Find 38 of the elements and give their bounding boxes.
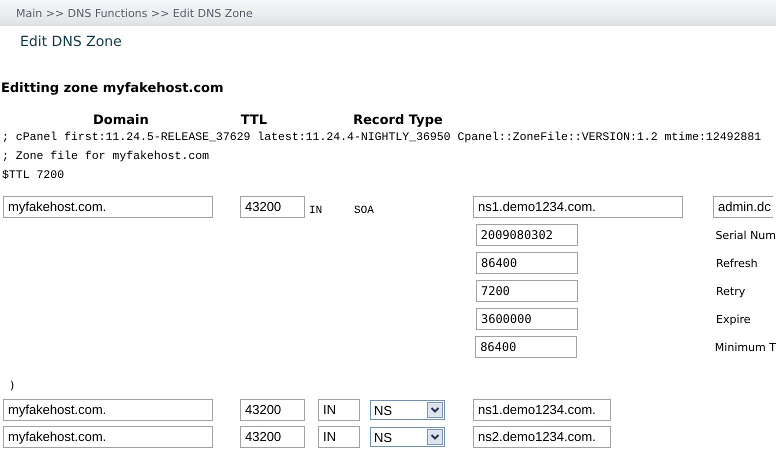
record-type: SOA <box>354 204 374 216</box>
caret-icon <box>427 402 443 418</box>
soa-value-field[interactable]: 2009080302 <box>476 224 578 246</box>
record-type-select[interactable]: NS <box>370 427 445 447</box>
class-field[interactable]: IN <box>318 426 360 448</box>
zone-heading: Editting zone myfakehost.com <box>0 80 224 98</box>
class-field[interactable]: IN <box>318 399 360 421</box>
record-value-field[interactable]: ns1.demo1234.com. <box>473 399 611 421</box>
soa-field-label: Minimum T <box>714 340 776 354</box>
ttl-field[interactable]: 43200 <box>240 399 305 421</box>
domain-field[interactable]: myfakehost.com. <box>3 426 213 448</box>
domain-field[interactable]: myfakehost.com. <box>3 196 213 218</box>
column-header: Record Type <box>353 112 443 128</box>
ttl-field[interactable]: 43200 <box>240 196 305 218</box>
soa-value-field[interactable]: 7200 <box>476 280 578 302</box>
caret-icon <box>427 429 443 445</box>
zone-file-line: ; Zone file for myfakehost.com <box>1 149 210 165</box>
domain-field[interactable]: myfakehost.com. <box>3 399 213 421</box>
closing-paren: ) <box>9 378 14 394</box>
record-type-select[interactable]: NS <box>370 400 445 420</box>
soa-field-label: Expire <box>716 312 751 326</box>
column-header: TTL <box>240 112 268 128</box>
admin-email-field[interactable]: admin.dc <box>713 196 773 218</box>
soa-field-label: Retry <box>716 284 746 298</box>
primary-nameserver-field[interactable]: ns1.demo1234.com. <box>473 196 683 218</box>
zone-file-line: ; cPanel first:11.24.5-RELEASE_37629 latest:11.24.4-NIGHTLY_36950 Cpanel::ZoneFile::VERSION:1.2 mtime:12492881 <box>1 130 762 146</box>
column-header: Domain <box>93 112 149 128</box>
soa-value-field[interactable]: 86400 <box>476 252 578 274</box>
soa-value-field[interactable]: 86400 <box>475 336 578 358</box>
ttl-field[interactable]: 43200 <box>240 426 305 448</box>
soa-field-label: Refresh <box>716 256 758 270</box>
soa-value-field[interactable]: 3600000 <box>476 308 578 330</box>
soa-field-label: Serial Num <box>715 228 776 242</box>
page-title: Edit DNS Zone <box>19 33 122 52</box>
record-class: IN <box>309 204 322 216</box>
record-value-field[interactable]: ns2.demo1234.com. <box>473 426 611 448</box>
breadcrumb: Main >> DNS Functions >> Edit DNS Zone <box>16 6 253 20</box>
zone-file-line: $TTL 7200 <box>1 168 64 184</box>
